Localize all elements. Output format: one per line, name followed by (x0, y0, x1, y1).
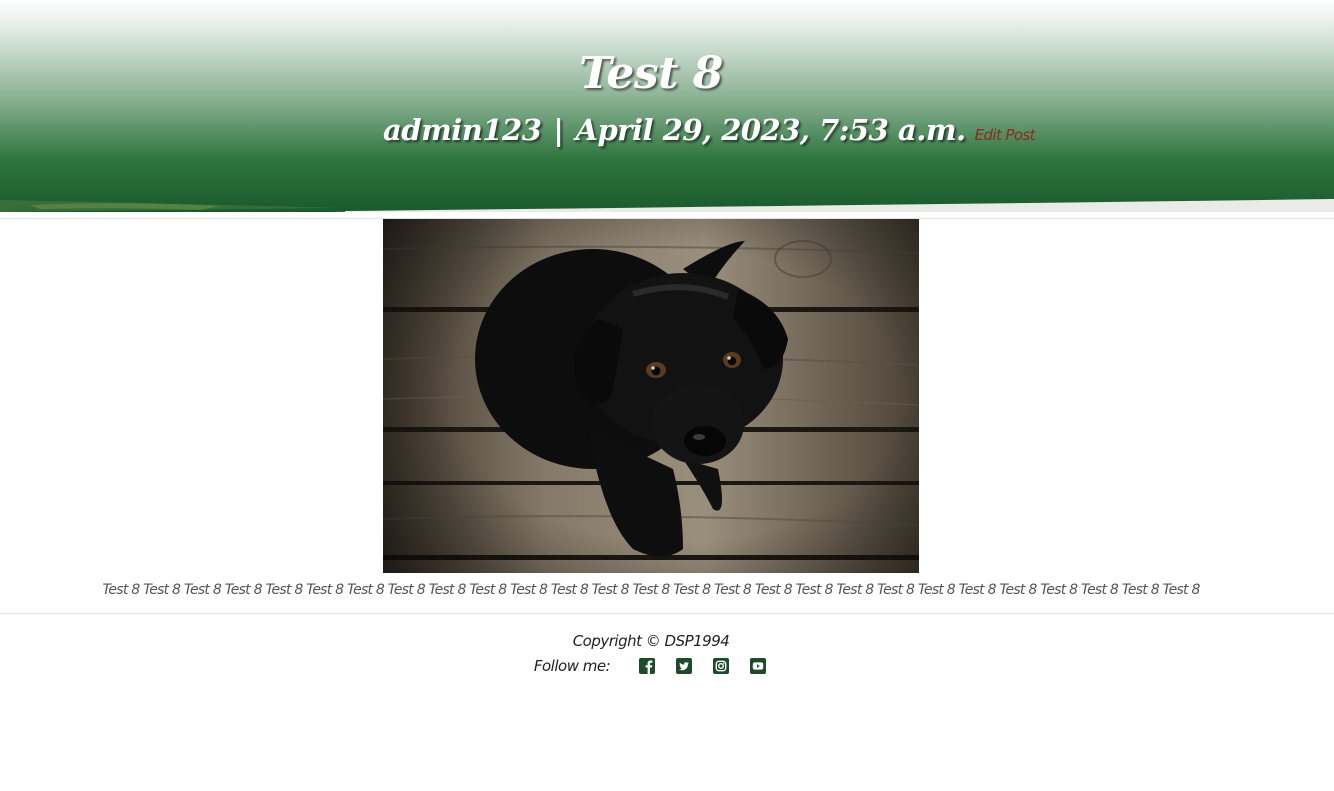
facebook-icon[interactable] (638, 657, 656, 675)
header-background (0, 0, 1334, 212)
divider (0, 613, 1334, 614)
follow-row: Follow me: (0, 654, 1302, 678)
youtube-icon[interactable] (749, 657, 767, 675)
post-header: Test 8 admin123 | April 29, 2023, 7:53 a… (0, 0, 1334, 212)
post-title: Test 8 (579, 48, 723, 99)
follow-label: Follow me: (533, 657, 611, 675)
twitter-icon[interactable] (675, 657, 693, 675)
copyright-text: Copyright © DSP1994 (572, 632, 730, 650)
post-author: admin123 (383, 113, 542, 147)
edit-post-link[interactable]: Edit Post (975, 126, 1036, 144)
post-meta: admin123 | April 29, 2023, 7:53 a.m. Edi… (383, 113, 1036, 157)
post-image (383, 219, 919, 573)
meta-separator: | (553, 113, 564, 147)
puppy-photo (383, 219, 919, 573)
footer: Copyright © DSP1994 Follow me: (0, 632, 1302, 678)
post-date: April 29, 2023, 7:53 a.m. (575, 113, 966, 147)
instagram-icon[interactable] (712, 657, 730, 675)
post-body: Test 8 Test 8 Test 8 Test 8 Test 8 Test … (102, 582, 1200, 598)
